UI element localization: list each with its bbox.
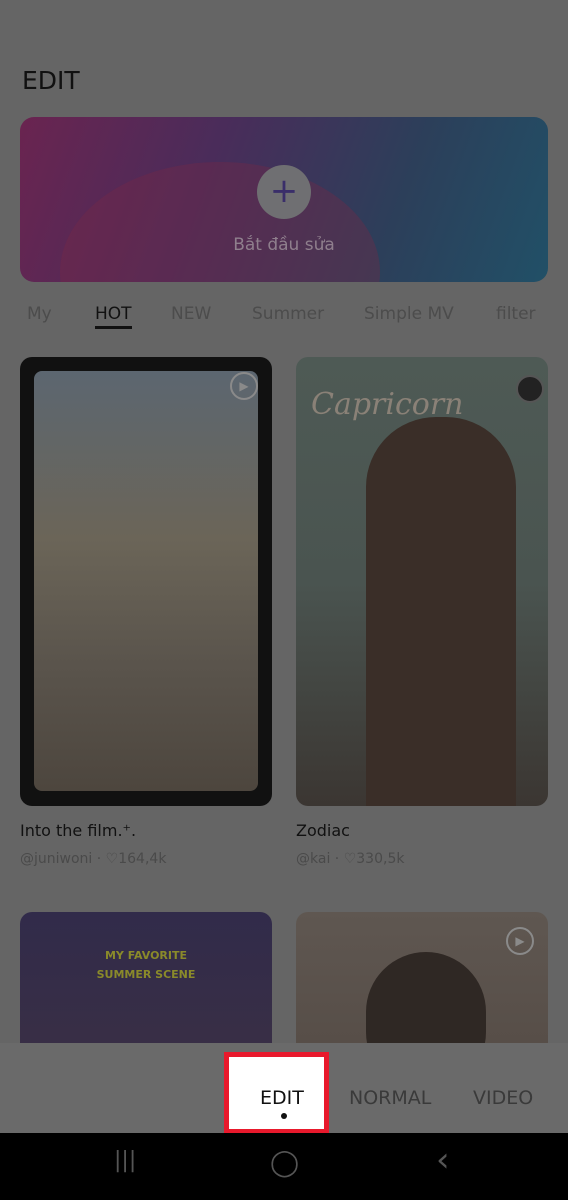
recents-icon[interactable]: ||| — [114, 1148, 136, 1173]
tab-my[interactable]: My — [27, 304, 52, 324]
play-icon[interactable]: ▶ — [506, 927, 534, 955]
card-thumbnail — [366, 417, 516, 806]
like-count: 330,5k — [356, 851, 405, 867]
card-author[interactable]: @juniwoni — [20, 851, 92, 867]
tab-simple-mv[interactable]: Simple MV — [364, 304, 454, 324]
plus-icon[interactable]: + — [257, 165, 311, 219]
card-title: Into the film.⁺. — [20, 821, 137, 840]
heart-icon: ♡ — [343, 851, 357, 867]
home-icon[interactable]: ◯ — [270, 1148, 299, 1178]
mode-edit[interactable]: EDIT — [260, 1087, 304, 1109]
card-author[interactable]: @kai — [296, 851, 330, 867]
play-icon[interactable]: ▶ — [230, 372, 258, 400]
card-title: Zodiac — [296, 821, 350, 840]
back-icon[interactable]: ‹ — [436, 1140, 450, 1180]
tab-summer[interactable]: Summer — [252, 304, 324, 324]
card-meta: @kai · ♡330,5k — [296, 851, 405, 867]
card-meta: @juniwoni · ♡164,4k — [20, 851, 167, 867]
like-count: 164,4k — [118, 851, 167, 867]
mode-normal[interactable]: NORMAL — [349, 1087, 431, 1109]
card-image-text: MY FAVORITE SUMMER SCENE — [96, 949, 196, 981]
page-title: EDIT — [22, 66, 80, 95]
sun-decoration-icon — [516, 375, 544, 403]
heart-icon: ♡ — [105, 851, 119, 867]
mode-video[interactable]: VIDEO — [473, 1087, 533, 1109]
card-thumbnail — [34, 371, 258, 791]
template-card-zodiac[interactable]: Capricorn — [296, 357, 548, 806]
tab-hot[interactable]: HOT — [95, 304, 132, 329]
tab-new[interactable]: NEW — [171, 304, 211, 324]
template-card-into-the-film[interactable]: ▶ — [20, 357, 272, 806]
start-editing-label: Bắt đầu sửa — [233, 235, 335, 255]
active-indicator-dot — [281, 1113, 287, 1119]
banner-decoration — [60, 162, 380, 282]
start-editing-banner[interactable]: + Bắt đầu sửa — [20, 117, 548, 282]
tab-filter[interactable]: filter — [496, 304, 536, 324]
